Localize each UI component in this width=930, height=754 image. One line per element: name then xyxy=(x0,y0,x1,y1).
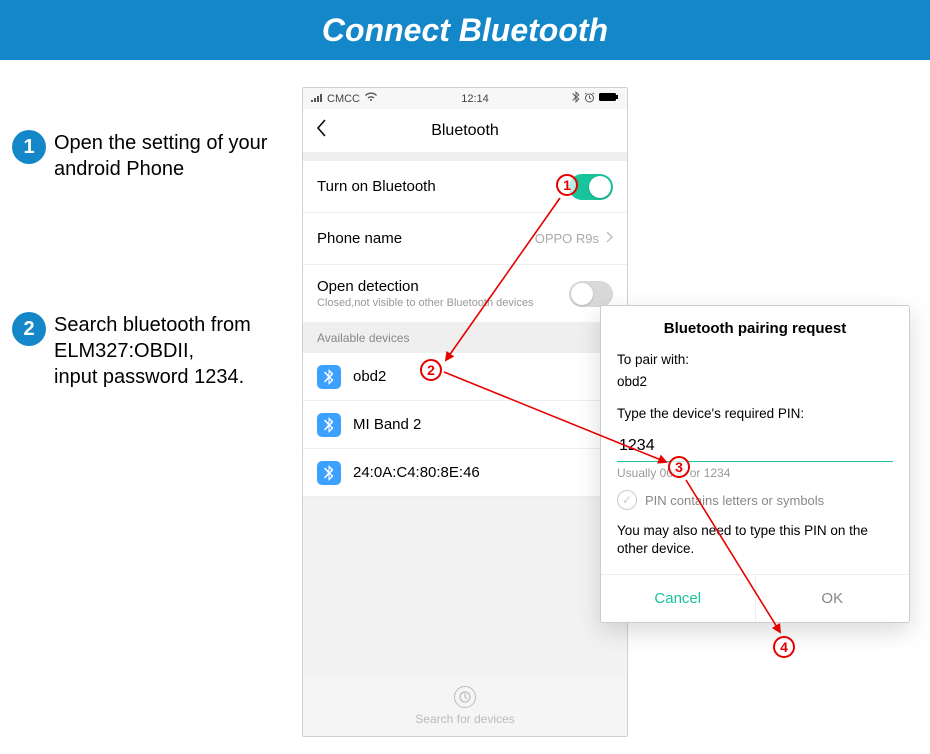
cancel-button[interactable]: Cancel xyxy=(601,575,756,622)
title-bar: Bluetooth xyxy=(303,109,627,153)
checkbox-icon: ✓ xyxy=(617,490,637,510)
row-open-detection: Open detection Closed,not visible to oth… xyxy=(303,265,627,323)
instructions: 1 Open the setting of your android Phone… xyxy=(12,130,292,520)
battery-icon xyxy=(599,92,619,105)
dialog-buttons: Cancel OK xyxy=(601,574,909,622)
bluetooth-icon xyxy=(317,365,341,389)
annotation-1: 1 xyxy=(556,174,578,196)
device-name: obd2 xyxy=(353,368,386,385)
pin-value: 1234 xyxy=(619,437,655,454)
pair-with-device: obd2 xyxy=(617,373,893,391)
section-header-available-devices: Available devices xyxy=(303,323,627,353)
clock: 12:14 xyxy=(461,93,489,105)
carrier-label: CMCC xyxy=(327,93,360,105)
status-bar: CMCC 12:14 xyxy=(303,88,627,109)
row-label: Open detection xyxy=(317,278,533,295)
row-label: Phone name xyxy=(317,230,402,247)
step-number-badge: 1 xyxy=(12,130,46,164)
bluetooth-icon xyxy=(317,461,341,485)
alarm-icon xyxy=(584,92,595,106)
checkbox-label: PIN contains letters or symbols xyxy=(645,493,824,508)
dialog-title: Bluetooth pairing request xyxy=(617,320,893,337)
banner-title: Connect Bluetooth xyxy=(322,12,608,49)
screen-title: Bluetooth xyxy=(431,122,499,140)
annotation-3: 3 xyxy=(668,456,690,478)
annotation-4: 4 xyxy=(773,636,795,658)
bluetooth-status-icon xyxy=(572,91,580,106)
ok-button[interactable]: OK xyxy=(756,575,910,622)
phone-screenshot: CMCC 12:14 Bluetooth Turn on Bluetooth xyxy=(302,87,628,737)
search-for-devices-button[interactable]: Search for devices xyxy=(303,676,627,736)
pair-with-label: To pair with: xyxy=(617,351,893,369)
wifi-icon xyxy=(364,92,378,105)
annotation-2: 2 xyxy=(420,359,442,381)
step-text: Search bluetooth from ELM327:OBDII, inpu… xyxy=(54,312,292,390)
step-text: Open the setting of your android Phone xyxy=(54,130,292,182)
search-label: Search for devices xyxy=(415,712,514,726)
pin-letters-checkbox-row[interactable]: ✓ PIN contains letters or symbols xyxy=(617,490,893,510)
instruction-step-1: 1 Open the setting of your android Phone xyxy=(12,130,292,182)
row-turn-on-bluetooth: Turn on Bluetooth xyxy=(303,161,627,213)
device-row-obd2[interactable]: obd2 xyxy=(303,353,627,401)
dialog-note: You may also need to type this PIN on th… xyxy=(617,522,893,558)
row-phone-name[interactable]: Phone name OPPO R9s xyxy=(303,213,627,265)
pin-input[interactable]: 1234 xyxy=(617,431,893,462)
device-name: MI Band 2 xyxy=(353,416,421,433)
chevron-right-icon xyxy=(605,230,613,248)
device-name: 24:0A:C4:80:8E:46 xyxy=(353,464,480,481)
row-sublabel: Closed,not visible to other Bluetooth de… xyxy=(317,297,533,309)
step-number-badge: 2 xyxy=(12,312,46,346)
search-icon xyxy=(454,686,476,708)
bluetooth-icon xyxy=(317,413,341,437)
phone-name-value: OPPO R9s xyxy=(535,231,599,246)
pairing-dialog: Bluetooth pairing request To pair with: … xyxy=(600,305,910,623)
banner: Connect Bluetooth xyxy=(0,0,930,60)
instruction-step-2: 2 Search bluetooth from ELM327:OBDII, in… xyxy=(12,312,292,390)
type-pin-label: Type the device's required PIN: xyxy=(617,405,893,423)
signal-icon xyxy=(311,92,323,105)
device-row-mac[interactable]: 24:0A:C4:80:8E:46 xyxy=(303,449,627,497)
open-detection-toggle[interactable] xyxy=(569,281,613,307)
device-row-miband[interactable]: MI Band 2 xyxy=(303,401,627,449)
pin-hint: Usually 0000 or 1234 xyxy=(617,466,893,480)
back-button[interactable] xyxy=(315,118,327,144)
row-label: Turn on Bluetooth xyxy=(317,178,436,195)
